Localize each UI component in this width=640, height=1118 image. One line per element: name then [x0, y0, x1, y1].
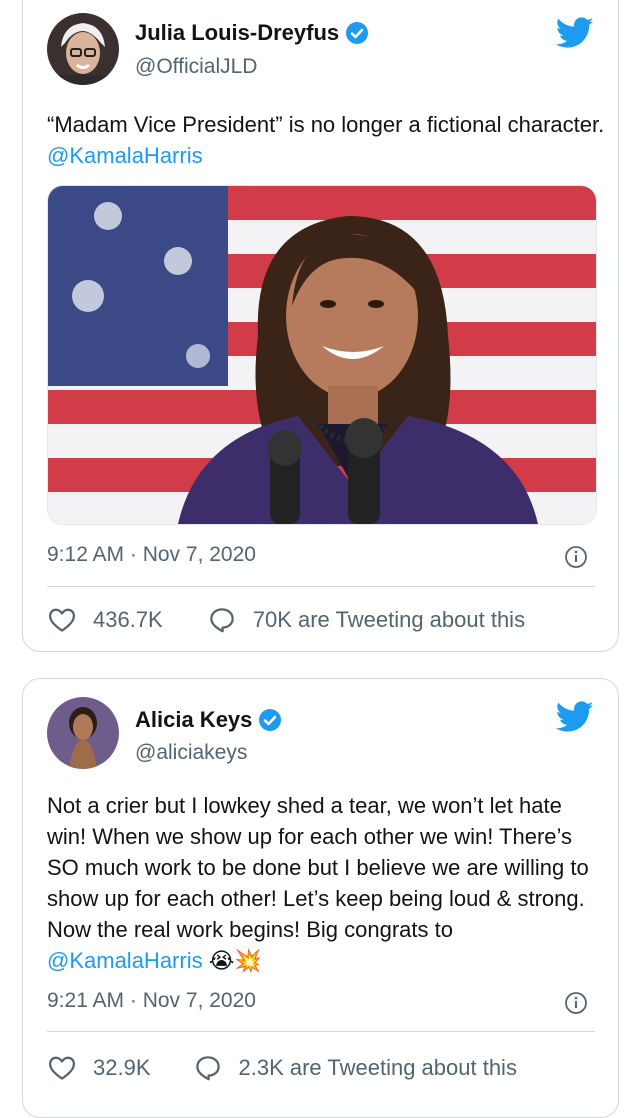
tweet-card[interactable]: Julia Louis-Dreyfus @OfficialJLD “Madam … [22, 0, 619, 652]
emoji: 😭💥 [208, 948, 262, 973]
tweet-photo[interactable] [47, 185, 597, 525]
tweet-stats: 436.7K 70K are Tweeting about this [47, 605, 525, 635]
like-count: 32.9K [93, 1055, 151, 1080]
avatar[interactable] [47, 13, 119, 85]
tweet-text-body: “Madam Vice President” is no longer a fi… [47, 112, 611, 137]
avatar[interactable] [47, 697, 119, 769]
divider [47, 1031, 595, 1032]
tweeting-about-text: 2.3K are Tweeting about this [238, 1055, 517, 1080]
verified-badge-icon [259, 709, 282, 731]
mention-link[interactable]: @KamalaHarris [47, 948, 203, 973]
display-name[interactable]: Alicia Keys [135, 707, 252, 733]
display-name[interactable]: Julia Louis-Dreyfus [135, 20, 339, 46]
like-action[interactable]: 32.9K [47, 1053, 151, 1083]
twitter-bird-icon[interactable] [556, 701, 594, 733]
info-icon[interactable] [564, 991, 588, 1015]
tweet-stats: 32.9K 2.3K are Tweeting about this [47, 1053, 517, 1083]
tweet-text-body: Not a crier but I lowkey shed a tear, we… [47, 793, 595, 942]
tweeting-about-link[interactable]: 70K are Tweeting about this [207, 605, 525, 635]
tweet-card[interactable]: Alicia Keys @aliciakeys Not a crier but … [22, 678, 619, 1118]
mention-link[interactable]: @KamalaHarris [47, 143, 203, 168]
like-action[interactable]: 436.7K [47, 605, 163, 635]
tweet-text: Not a crier but I lowkey shed a tear, we… [47, 790, 603, 976]
heart-icon[interactable] [47, 1053, 77, 1083]
speech-bubble-icon[interactable] [193, 1053, 223, 1083]
speech-bubble-icon[interactable] [207, 605, 237, 635]
tweet-timestamp[interactable]: 9:21 AM · Nov 7, 2020 [47, 989, 256, 1013]
user-handle[interactable]: @aliciakeys [135, 741, 247, 765]
divider [47, 586, 595, 587]
heart-icon[interactable] [47, 605, 77, 635]
info-icon[interactable] [564, 545, 588, 569]
user-handle[interactable]: @OfficialJLD [135, 55, 257, 79]
verified-badge-icon [346, 22, 369, 44]
tweeting-about-link[interactable]: 2.3K are Tweeting about this [193, 1053, 517, 1083]
tweet-text: “Madam Vice President” is no longer a fi… [47, 109, 607, 171]
tweeting-about-text: 70K are Tweeting about this [252, 607, 526, 632]
like-count: 436.7K [93, 607, 163, 632]
tweet-timestamp[interactable]: 9:12 AM · Nov 7, 2020 [47, 543, 256, 567]
twitter-bird-icon[interactable] [556, 17, 594, 49]
